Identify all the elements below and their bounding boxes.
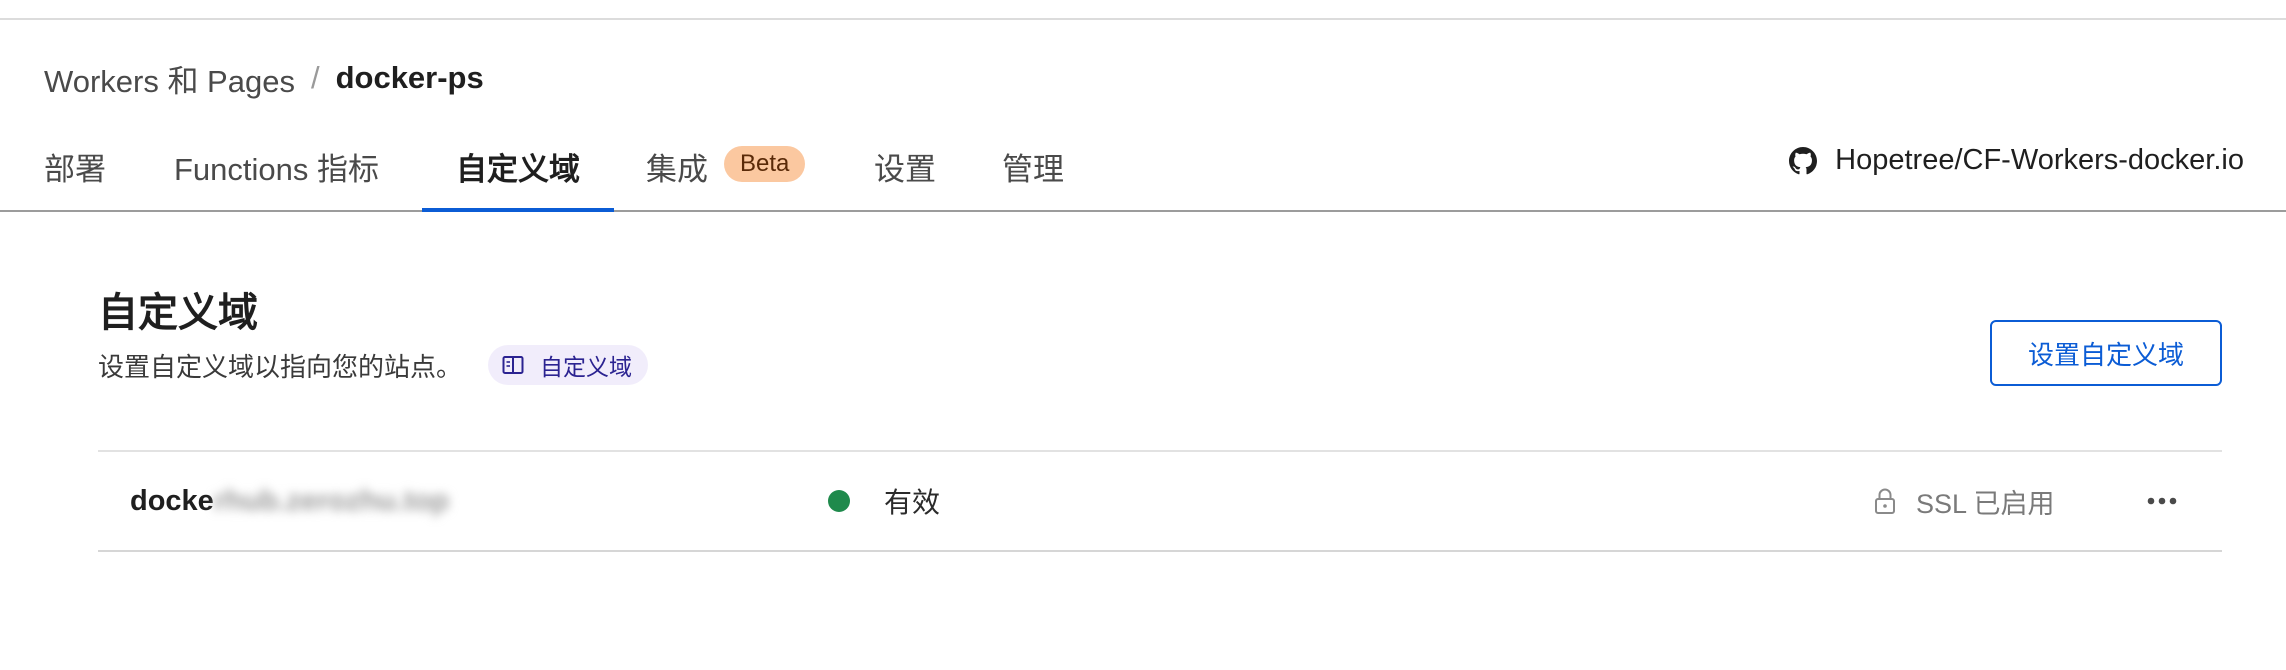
- tab-deployments[interactable]: 部署: [44, 130, 106, 210]
- section-description-row: 设置自定义域以指向您的站点。 自定义域: [98, 344, 649, 386]
- tab-label: 自定义域: [456, 152, 580, 187]
- breadcrumb-current: docker-ps: [335, 60, 484, 95]
- docs-link-label: 自定义域: [540, 354, 633, 380]
- ssl-status: SSL 已启用: [1874, 452, 2055, 550]
- repository-link[interactable]: Hopetree/CF-Workers-docker.io: [1789, 144, 2244, 177]
- tab-label: Functions 指标: [174, 152, 380, 187]
- more-icon: [2147, 497, 2177, 505]
- setup-custom-domain-button[interactable]: 设置自定义域: [1990, 320, 2222, 386]
- github-icon: [1789, 146, 1818, 174]
- breadcrumb-parent-link[interactable]: Workers 和 Pages: [44, 56, 295, 101]
- breadcrumb-separator: /: [310, 60, 320, 95]
- docs-link[interactable]: 自定义域: [488, 345, 649, 385]
- domain-name-visible: docke: [130, 484, 214, 517]
- repository-label: Hopetree/CF-Workers-docker.io: [1835, 144, 2244, 176]
- domain-name-redacted: rhub.zerozhu.top: [213, 484, 450, 517]
- active-tab-indicator: [422, 208, 614, 212]
- tab-label: 集成: [646, 152, 708, 187]
- domain-name-link[interactable]: docke rhub.zerozhu.top: [130, 452, 449, 550]
- row-actions-button[interactable]: [2138, 478, 2186, 524]
- domain-status: 有效: [828, 452, 940, 550]
- tab-label: 设置: [874, 152, 936, 187]
- tab-manage[interactable]: 管理: [1002, 130, 1064, 210]
- section-title: 自定义域: [98, 291, 258, 335]
- tab-label: 部署: [44, 152, 106, 187]
- tab-bar: 部署 Functions 指标 自定义域 集成 Beta 设置 管理 Hopet…: [0, 130, 2286, 212]
- tab-settings[interactable]: 设置: [874, 130, 936, 210]
- breadcrumb: Workers 和 Pages / docker-ps: [44, 56, 484, 100]
- top-divider: [0, 18, 2286, 20]
- ssl-label: SSL 已启用: [1916, 488, 2055, 519]
- lock-icon: [1875, 488, 1895, 514]
- beta-badge: Beta: [724, 146, 806, 182]
- status-dot-icon: [828, 490, 850, 512]
- status-label: 有效: [884, 487, 941, 518]
- book-icon: [502, 356, 524, 374]
- tab-integrations[interactable]: 集成 Beta: [646, 130, 806, 210]
- section-description: 设置自定义域以指向您的站点。: [98, 351, 463, 382]
- domain-row: docke rhub.zerozhu.top 有效 SSL 已启用: [98, 450, 2222, 552]
- tab-custom-domains[interactable]: 自定义域: [456, 130, 580, 210]
- tab-label: 管理: [1002, 152, 1064, 187]
- tab-functions-metrics[interactable]: Functions 指标: [174, 130, 379, 210]
